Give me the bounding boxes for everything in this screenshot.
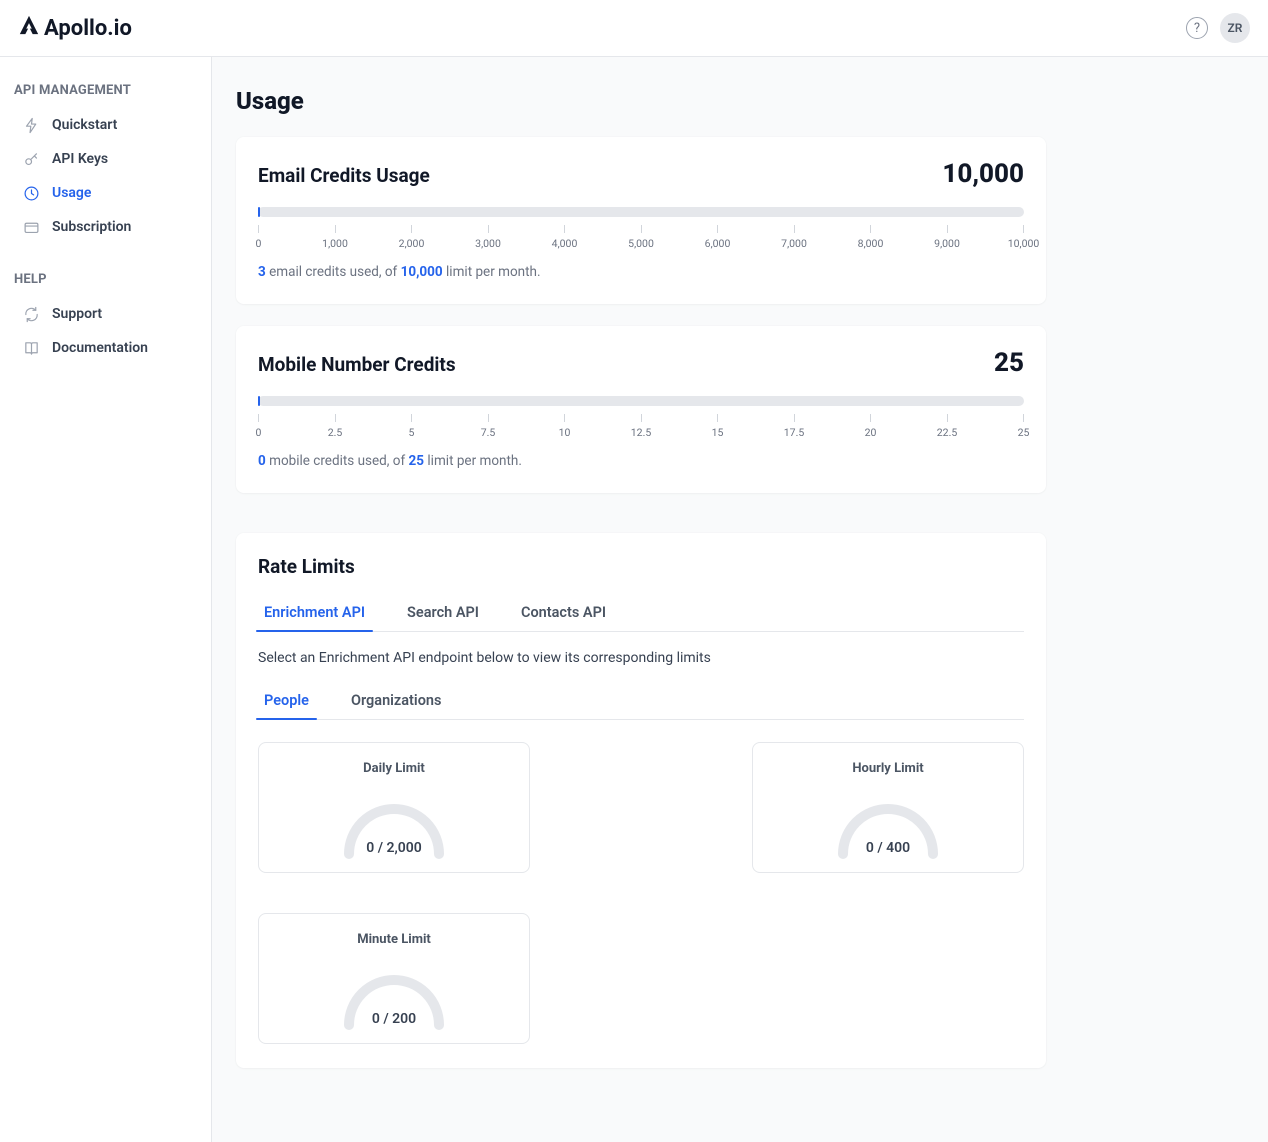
sidebar-item-label: Subscription (52, 219, 131, 235)
apollo-logo-icon (18, 14, 40, 42)
sidebar-section-title: API MANAGEMENT (0, 77, 211, 108)
gauge-value: 0 / 2,000 (269, 840, 519, 856)
avatar[interactable]: ZR (1220, 13, 1250, 43)
logo-text: Apollo.io (44, 16, 132, 41)
endpoint-sub-tabs: People Organizations (258, 684, 1024, 720)
sidebar-item-quickstart[interactable]: Quickstart (0, 108, 211, 142)
rate-limits-title: Rate Limits (258, 555, 1024, 578)
refresh-icon (22, 305, 40, 323)
main-content: Usage Email Credits Usage 10,000 0 1,000 2,0… (212, 57, 1268, 1142)
scale-tick: 0 (258, 414, 259, 439)
key-icon (22, 150, 40, 168)
scale-tick: 15 (717, 414, 718, 439)
gauge-value: 0 / 400 (763, 840, 1013, 856)
sidebar-item-documentation[interactable]: Documentation (0, 331, 211, 365)
usage-card-title: Email Credits Usage (258, 164, 430, 187)
usage-card-title: Mobile Number Credits (258, 353, 456, 376)
scale-tick: 25 (1023, 414, 1024, 439)
scale-tick: 12.5 (641, 414, 642, 439)
scale-tick: 3,000 (488, 225, 489, 250)
sidebar-item-support[interactable]: Support (0, 297, 211, 331)
scale-tick: 20 (870, 414, 871, 439)
gauge-card-daily: Daily Limit 0 / 2,000 (258, 742, 530, 873)
progress-bar (258, 207, 1024, 217)
header-right: ? ZR (1186, 13, 1250, 43)
tab-search[interactable]: Search API (401, 596, 485, 631)
app-header: Apollo.io ? ZR (0, 0, 1268, 57)
rate-limits-card: Rate Limits Enrichment API Search API Cont… (236, 533, 1046, 1068)
scale-tick: 17.5 (794, 414, 795, 439)
scale-tick: 2.5 (335, 414, 336, 439)
rate-limits-description: Select an Enrichment API endpoint below … (258, 650, 1024, 666)
scale-tick: 10 (564, 414, 565, 439)
scale-tick: 8,000 (870, 225, 871, 250)
usage-card-limit: 25 (994, 348, 1024, 378)
sidebar-item-label: Support (52, 306, 102, 322)
sidebar: API MANAGEMENT Quickstart API Keys Usage Sub… (0, 57, 212, 1142)
scale-tick: 2,000 (411, 225, 412, 250)
lightning-icon (22, 116, 40, 134)
gauge-value: 0 / 200 (269, 1011, 519, 1027)
logo[interactable]: Apollo.io (18, 14, 132, 42)
api-tabs: Enrichment API Search API Contacts API (258, 596, 1024, 632)
sub-tab-orgs[interactable]: Organizations (345, 684, 448, 719)
sidebar-section-title: HELP (0, 266, 211, 297)
gauge-card-minute: Minute Limit 0 / 200 (258, 913, 530, 1044)
scale-tick: 6,000 (717, 225, 718, 250)
scale-tick: 5 (411, 414, 412, 439)
gauge-title: Minute Limit (269, 932, 519, 947)
scale-tick: 9,000 (947, 225, 948, 250)
scale-tick: 0 (258, 225, 259, 250)
scale-tick: 7,000 (794, 225, 795, 250)
sidebar-item-subscription[interactable]: Subscription (0, 210, 211, 244)
help-icon[interactable]: ? (1186, 17, 1208, 39)
gauge-grid: Daily Limit 0 / 2,000 Hourly Limit 0 / 400 M… (258, 742, 1024, 1044)
scale-tick: 1,000 (335, 225, 336, 250)
sidebar-item-label: Usage (52, 185, 91, 201)
sidebar-item-label: Documentation (52, 340, 148, 356)
sidebar-item-label: Quickstart (52, 117, 117, 133)
creditcard-icon (22, 218, 40, 236)
scale-tick: 5,000 (641, 225, 642, 250)
sub-tab-people[interactable]: People (258, 684, 315, 719)
scale-tick: 10,000 (1023, 225, 1024, 250)
usage-summary-text: 0 mobile credits used, of 25 limit per m… (258, 453, 1024, 469)
avatar-initials: ZR (1228, 21, 1243, 35)
usage-card-limit: 10,000 (942, 159, 1024, 189)
clock-icon (22, 184, 40, 202)
page-title: Usage (236, 87, 1046, 115)
usage-summary-text: 3 email credits used, of 10,000 limit pe… (258, 264, 1024, 280)
progress-scale: 0 2.5 5 7.5 10 12.5 15 17.5 20 22.5 25 (258, 414, 1024, 439)
gauge-card-hourly: Hourly Limit 0 / 400 (752, 742, 1024, 873)
scale-tick: 4,000 (564, 225, 565, 250)
gauge-title: Daily Limit (269, 761, 519, 776)
scale-tick: 7.5 (488, 414, 489, 439)
tab-contacts[interactable]: Contacts API (515, 596, 612, 631)
sidebar-item-apikeys[interactable]: API Keys (0, 142, 211, 176)
scale-tick: 22.5 (947, 414, 948, 439)
sidebar-item-usage[interactable]: Usage (0, 176, 211, 210)
tab-enrich[interactable]: Enrichment API (258, 596, 371, 631)
usage-card-mobile: Mobile Number Credits 25 0 2.5 5 7.5 10 12.5 15 1… (236, 326, 1046, 493)
book-icon (22, 339, 40, 357)
gauge-title: Hourly Limit (763, 761, 1013, 776)
usage-card-email: Email Credits Usage 10,000 0 1,000 2,000 3,00… (236, 137, 1046, 304)
progress-bar (258, 396, 1024, 406)
progress-scale: 0 1,000 2,000 3,000 4,000 5,000 6,000 7,000 8,00… (258, 225, 1024, 250)
sidebar-item-label: API Keys (52, 151, 108, 167)
